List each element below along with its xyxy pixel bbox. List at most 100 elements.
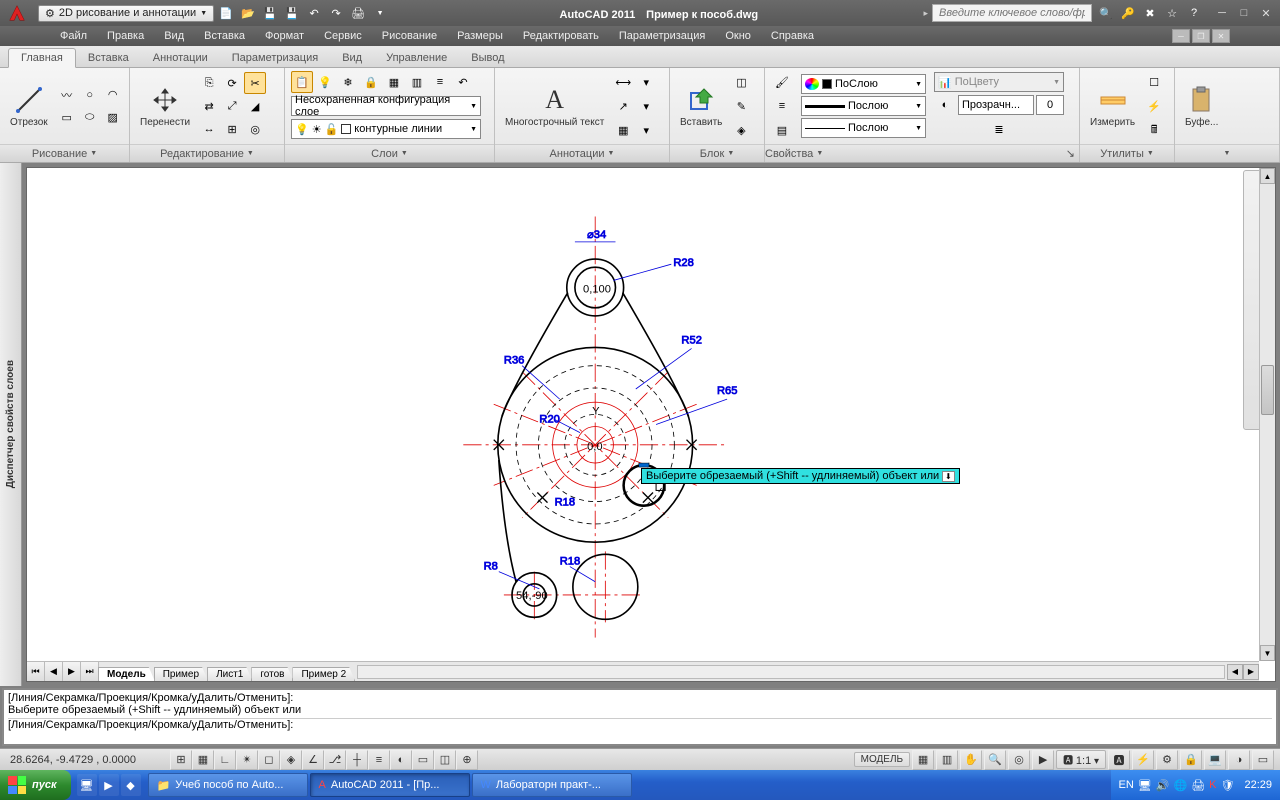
layer-iso-icon[interactable]: ▦: [383, 71, 405, 93]
cmd-prompt[interactable]: [Линия/Секрамка/Проекция/Кромка/уДалить/…: [8, 718, 1272, 731]
tray-icon[interactable]: 🔊: [1156, 779, 1170, 792]
lineweight-dropdown[interactable]: Послою▼: [801, 96, 926, 116]
anno-vis-icon[interactable]: 🅰: [1108, 750, 1130, 770]
leader-dd-icon[interactable]: ▾: [635, 95, 657, 117]
sc-toggle[interactable]: ◫: [434, 750, 456, 770]
lwt-toggle[interactable]: ≡: [368, 750, 390, 770]
qat-dd-icon[interactable]: ▼: [370, 3, 390, 23]
tray-clock[interactable]: 22:29: [1238, 779, 1272, 791]
key-icon[interactable]: 🔑: [1118, 3, 1138, 23]
layer-lock-icon[interactable]: 🔒: [360, 71, 382, 93]
tray-lang[interactable]: EN: [1119, 779, 1134, 791]
linetype-dropdown[interactable]: Послою▼: [801, 118, 926, 138]
sheet-nav-first[interactable]: ⏮: [27, 662, 45, 681]
qat-print-icon[interactable]: 🖨: [348, 3, 368, 23]
pan-icon[interactable]: ✋: [960, 750, 982, 770]
sheet-nav-last[interactable]: ⏭: [81, 662, 99, 681]
layer-prev-icon[interactable]: ↶: [452, 71, 474, 93]
zoom-icon[interactable]: 🔍: [984, 750, 1006, 770]
qat-saveas-icon[interactable]: 💾: [282, 3, 302, 23]
taskbar-item-3[interactable]: WЛабораторн практ-...: [472, 773, 632, 797]
drawing-canvas[interactable]: ⌀34 R28 R52 R36 R65 R20 R18 R8 R18 0,100…: [26, 167, 1276, 682]
stretch-icon[interactable]: ↔: [198, 118, 220, 140]
layer-off-icon[interactable]: 💡: [314, 71, 336, 93]
binoculars-icon[interactable]: 🔍: [1096, 3, 1116, 23]
close-button[interactable]: ✕: [1256, 5, 1276, 21]
qat-redo-icon[interactable]: ↷: [326, 3, 346, 23]
doc-restore-button[interactable]: ❐: [1192, 29, 1210, 43]
rotate-icon[interactable]: ⟳: [221, 72, 243, 94]
command-line[interactable]: [Линия/Секрамка/Проекция/Кромка/уДалить/…: [2, 688, 1278, 746]
plotstyle-dropdown[interactable]: 📊ПоЦвету▼: [934, 72, 1064, 92]
create-block-icon[interactable]: ◫: [730, 71, 752, 93]
qat-save-icon[interactable]: 💾: [260, 3, 280, 23]
arc-icon[interactable]: ◠: [102, 84, 124, 106]
layer-freeze-icon[interactable]: ❄: [337, 71, 359, 93]
insert-block-button[interactable]: Вставить: [676, 83, 726, 130]
color-dropdown[interactable]: ПоСлою▼: [801, 74, 926, 94]
transparency-value[interactable]: 0: [1036, 95, 1064, 115]
table-dd-icon[interactable]: ▾: [635, 119, 657, 141]
app-logo[interactable]: [0, 0, 34, 26]
sheet-nav-next[interactable]: ▶: [63, 662, 81, 681]
minimize-button[interactable]: ─: [1212, 5, 1232, 21]
ducs-toggle[interactable]: ⎇: [324, 750, 346, 770]
calc-icon[interactable]: 🖩: [1143, 119, 1165, 141]
ellipse-icon[interactable]: ⬭: [79, 107, 101, 129]
menu-format[interactable]: Формат: [255, 28, 314, 44]
scroll-h-right[interactable]: ▶: [1243, 664, 1259, 680]
menu-dim[interactable]: Размеры: [447, 28, 513, 44]
edit-block-icon[interactable]: ✎: [730, 95, 752, 117]
snap-toggle[interactable]: ⊞: [170, 750, 192, 770]
ws-switch-icon[interactable]: ⚙: [1156, 750, 1178, 770]
sheet-tab-1[interactable]: Пример: [154, 667, 208, 681]
layer-uniso-icon[interactable]: ▥: [406, 71, 428, 93]
rect-icon[interactable]: ▭: [56, 107, 78, 129]
qselect-icon[interactable]: ⚡: [1143, 95, 1165, 117]
exchange-icon[interactable]: ✖: [1140, 3, 1160, 23]
layer-state-dropdown[interactable]: Несохраненная конфигурация слое▼: [291, 96, 481, 116]
tray-icon[interactable]: 🖥: [1138, 779, 1152, 792]
scale-icon[interactable]: ⤢: [221, 95, 243, 117]
polyline-icon[interactable]: 〰: [56, 84, 78, 106]
list-icon[interactable]: ≡: [771, 95, 793, 117]
doc-min-button[interactable]: ─: [1172, 29, 1190, 43]
menu-tools[interactable]: Сервис: [314, 28, 372, 44]
tray-icon[interactable]: 🌐: [1173, 779, 1187, 792]
mirror-icon[interactable]: ⇄: [198, 95, 220, 117]
cleanscreen-icon[interactable]: ▭: [1252, 750, 1274, 770]
array-icon[interactable]: ⊞: [221, 118, 243, 140]
transparency-input[interactable]: Прозрачн...: [958, 95, 1034, 115]
qp-toggle[interactable]: ▭: [412, 750, 434, 770]
dimlinear-icon[interactable]: ⟷: [612, 71, 634, 93]
help-icon[interactable]: ?: [1184, 3, 1204, 23]
ql-desktop-icon[interactable]: 🖥: [77, 774, 97, 796]
menu-draw[interactable]: Рисование: [372, 28, 447, 44]
ribbon-tab-param[interactable]: Параметризация: [220, 49, 330, 67]
showmotion-icon[interactable]: ▶: [1032, 750, 1054, 770]
line-button[interactable]: Отрезок: [6, 83, 52, 130]
ortho-toggle[interactable]: ∟: [214, 750, 236, 770]
ql-app-icon[interactable]: ◆: [121, 774, 141, 796]
menu-modify[interactable]: Редактировать: [513, 28, 609, 44]
menu-param[interactable]: Параметризация: [609, 28, 715, 44]
mtext-button[interactable]: A Многострочный текст: [501, 83, 608, 130]
qat-undo-icon[interactable]: ↶: [304, 3, 324, 23]
offset-icon[interactable]: ◎: [244, 118, 266, 140]
menu-edit[interactable]: Правка: [97, 28, 154, 44]
trim-icon[interactable]: ✂: [244, 72, 266, 94]
ribbon-tab-home[interactable]: Главная: [8, 48, 76, 68]
bylayer-icon[interactable]: ▤: [771, 119, 793, 141]
toolbar-lock-icon[interactable]: 🔒: [1180, 750, 1202, 770]
help-search-input[interactable]: [932, 4, 1092, 22]
workspace-dropdown[interactable]: ⚙2D рисование и аннотации▼: [38, 5, 214, 22]
qview-drawings-icon[interactable]: ▥: [936, 750, 958, 770]
hardware-accel-icon[interactable]: 💻: [1204, 750, 1226, 770]
layer-match-icon[interactable]: ≡: [429, 71, 451, 93]
am-toggle[interactable]: ⊕: [456, 750, 478, 770]
dyn-toggle[interactable]: ┼: [346, 750, 368, 770]
layer-palette-collapsed[interactable]: Диспетчер свойств слоев: [0, 163, 22, 686]
otrack-toggle[interactable]: ∠: [302, 750, 324, 770]
steering-icon[interactable]: ◎: [1008, 750, 1030, 770]
sheet-tab-2[interactable]: Лист1: [207, 667, 252, 681]
